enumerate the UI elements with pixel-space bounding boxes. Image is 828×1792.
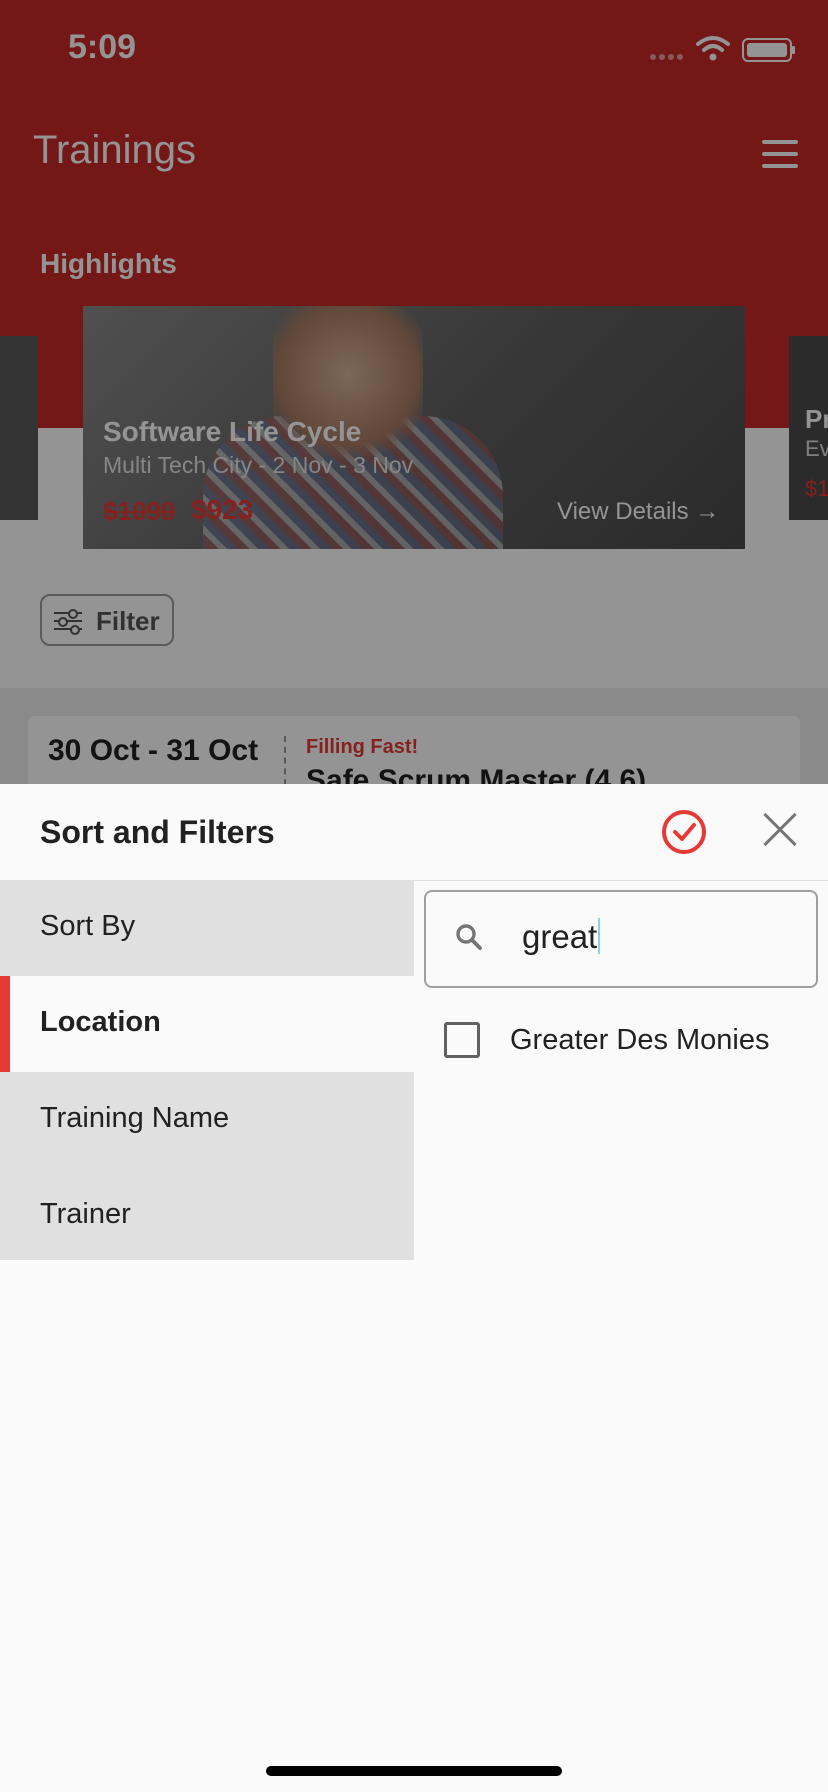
category-label: Location	[40, 1006, 161, 1038]
sort-filter-sheet: Sort and Filters Sort By Location Traini…	[0, 784, 828, 1792]
search-icon	[456, 924, 482, 950]
location-option[interactable]: Greater Des Monies	[424, 1010, 818, 1080]
home-indicator[interactable]	[266, 1766, 562, 1776]
category-label: Sort By	[40, 910, 136, 942]
search-input[interactable]: great	[424, 890, 818, 988]
category-label: Training Name	[40, 1102, 230, 1134]
text-cursor	[598, 918, 601, 954]
category-training-name[interactable]: Training Name	[0, 1072, 414, 1168]
active-indicator	[0, 976, 10, 1072]
sheet-title: Sort and Filters	[40, 814, 275, 850]
option-label: Greater Des Monies	[510, 1024, 770, 1056]
checkbox[interactable]	[444, 1022, 480, 1058]
category-label: Trainer	[40, 1198, 131, 1230]
category-trainer[interactable]: Trainer	[0, 1168, 414, 1264]
close-icon[interactable]	[762, 812, 798, 848]
search-input-value[interactable]: great	[522, 918, 601, 956]
filter-categories: Sort By Location Training Name Trainer	[0, 880, 414, 1260]
check-circle-icon[interactable]	[662, 810, 706, 854]
category-location[interactable]: Location	[0, 976, 414, 1072]
category-sort-by[interactable]: Sort By	[0, 880, 414, 976]
